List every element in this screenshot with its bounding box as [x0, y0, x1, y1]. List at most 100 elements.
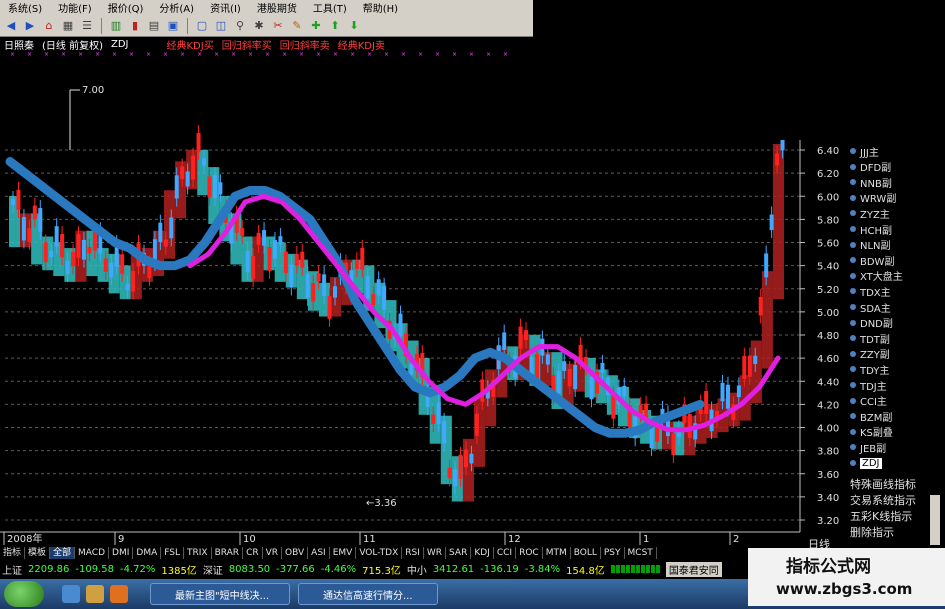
- candle-body: [158, 222, 163, 243]
- sz-index-change: -377.66: [276, 563, 315, 575]
- indicator-item[interactable]: SDA主: [850, 300, 891, 315]
- indicator-item[interactable]: BDW副: [850, 253, 894, 268]
- candle-body: [43, 242, 48, 263]
- tab-kdj[interactable]: KDJ: [471, 547, 494, 559]
- tab-asi[interactable]: ASI: [308, 547, 330, 559]
- indicator-item[interactable]: ZDJ: [850, 456, 882, 470]
- tab-dmi[interactable]: DMI: [109, 547, 134, 559]
- indicator-item[interactable]: TDY主: [850, 362, 889, 377]
- tab-wr[interactable]: WR: [424, 547, 447, 559]
- panel-option[interactable]: 特殊画线指标: [850, 476, 916, 492]
- indicator-item[interactable]: XT大盘主: [850, 269, 903, 283]
- signal-marker: ×: [435, 51, 440, 58]
- trend-band: [462, 438, 474, 502]
- tab-roc[interactable]: ROC: [516, 547, 543, 559]
- tab-obv[interactable]: OBV: [282, 547, 309, 559]
- candle-body: [294, 253, 299, 266]
- indicator-item[interactable]: BZM副: [850, 409, 892, 424]
- candle-body: [562, 361, 567, 371]
- blank-region: [533, 0, 945, 140]
- indicator-item[interactable]: ZZY副: [850, 347, 890, 361]
- start-button[interactable]: [4, 581, 44, 607]
- zx-index-label: 中小: [406, 565, 427, 577]
- price-tick-label: 5.00: [817, 308, 839, 319]
- indicator-item[interactable]: JJJ主: [850, 144, 879, 159]
- tab-macd[interactable]: MACD: [75, 547, 110, 559]
- indicator-item[interactable]: DND副: [850, 316, 893, 330]
- tab-emv[interactable]: EMV: [330, 547, 357, 559]
- tab-psy[interactable]: PSY: [601, 547, 625, 559]
- candle-body: [534, 354, 539, 379]
- ie-icon[interactable]: [62, 585, 80, 603]
- signal-marker: ×: [231, 51, 236, 58]
- bullet-icon: [850, 226, 856, 232]
- price-chart[interactable]: 6.40 6.20 6.00 5.80 5.60 5.40 5.20 5.00 4.80 4.60…: [0, 0, 945, 609]
- price-tick-label: 3.40: [817, 493, 839, 504]
- zx-index-value: 3412.61: [432, 563, 475, 575]
- bullet-icon: [850, 319, 856, 326]
- candle-body: [49, 250, 54, 258]
- candle-body: [436, 402, 441, 425]
- indicator-panel: JJJ主 DFD副 NNB副 WRW副 ZYZ主 HCH副 NLN副 BDW副 XT大盘主 TDX…: [848, 140, 940, 546]
- tab-sar[interactable]: SAR: [446, 547, 472, 559]
- candle-body: [65, 260, 70, 275]
- tab-vr[interactable]: VR: [263, 547, 283, 559]
- bullet-icon: [850, 350, 856, 357]
- candle-body: [240, 228, 245, 236]
- media-icon[interactable]: [110, 585, 128, 603]
- signal-marker: ×: [418, 51, 423, 58]
- indicator-item[interactable]: DFD副: [850, 160, 891, 174]
- signal-marker: ×: [350, 51, 355, 58]
- candle-body: [463, 449, 468, 468]
- panel-option[interactable]: 交易系统指示: [850, 492, 916, 508]
- trend-band: [772, 144, 784, 300]
- tab-brar[interactable]: BRAR: [212, 547, 244, 559]
- indicator-item[interactable]: CCI主: [850, 394, 887, 408]
- tab-指标[interactable]: 指标: [0, 547, 26, 559]
- sh-index-amount: 1385亿: [161, 565, 197, 577]
- taskbar-item-browser[interactable]: 最新主图"短中线决...: [150, 583, 290, 605]
- indicator-item[interactable]: KS副叠: [850, 425, 893, 439]
- indicator-item[interactable]: TDJ主: [850, 378, 887, 393]
- tab-fsl[interactable]: FSL: [161, 547, 184, 559]
- indicator-item[interactable]: TDT副: [850, 331, 890, 346]
- signal-marker: ×: [129, 51, 134, 58]
- tab-cr[interactable]: CR: [243, 547, 263, 559]
- indicator-item[interactable]: WRW副: [850, 191, 896, 205]
- candle-body: [21, 216, 26, 241]
- indicator-item[interactable]: HCH副: [850, 222, 892, 237]
- candle-body: [671, 433, 676, 456]
- tab-全部[interactable]: 全部: [50, 547, 76, 559]
- candle-body: [502, 332, 507, 350]
- taskbar-item-tdx[interactable]: 通达信高速行情分...: [298, 583, 438, 605]
- indicator-item[interactable]: JEB副: [850, 440, 886, 455]
- tab-模板[interactable]: 模板: [25, 547, 51, 559]
- indicator-item[interactable]: TDX主: [850, 284, 891, 299]
- indicator-item[interactable]: NNB副: [850, 175, 892, 190]
- candle-body: [278, 236, 283, 245]
- indicator-item[interactable]: NLN副: [850, 238, 891, 252]
- tab-rsi[interactable]: RSI: [402, 547, 424, 559]
- panel-option[interactable]: 五彩K线指示: [850, 508, 912, 524]
- candle-body: [725, 384, 730, 409]
- candle-body: [27, 228, 32, 242]
- folder-icon[interactable]: [86, 585, 104, 603]
- candle-body: [736, 385, 741, 398]
- watermark-title: 指标公式网: [786, 557, 871, 577]
- tab-mtm[interactable]: MTM: [543, 547, 571, 559]
- signal-marker: ×: [503, 51, 508, 58]
- signal-marker: ×: [214, 51, 219, 58]
- tab-boll[interactable]: BOLL: [571, 547, 601, 559]
- vertical-scrollbar[interactable]: [930, 495, 940, 545]
- candle-body: [453, 469, 458, 487]
- tab-dma[interactable]: DMA: [133, 547, 162, 559]
- price-tick-label: 6.00: [817, 192, 839, 203]
- indicator-item[interactable]: ZYZ主: [850, 206, 890, 221]
- tab-vol-tdx[interactable]: VOL-TDX: [356, 547, 403, 559]
- candle-body: [704, 391, 709, 414]
- tab-mcst[interactable]: MCST: [625, 547, 657, 559]
- tab-cci[interactable]: CCI: [494, 547, 517, 559]
- tab-trix[interactable]: TRIX: [184, 547, 212, 559]
- candle-body: [212, 175, 217, 199]
- panel-option[interactable]: 删除指示: [850, 524, 894, 540]
